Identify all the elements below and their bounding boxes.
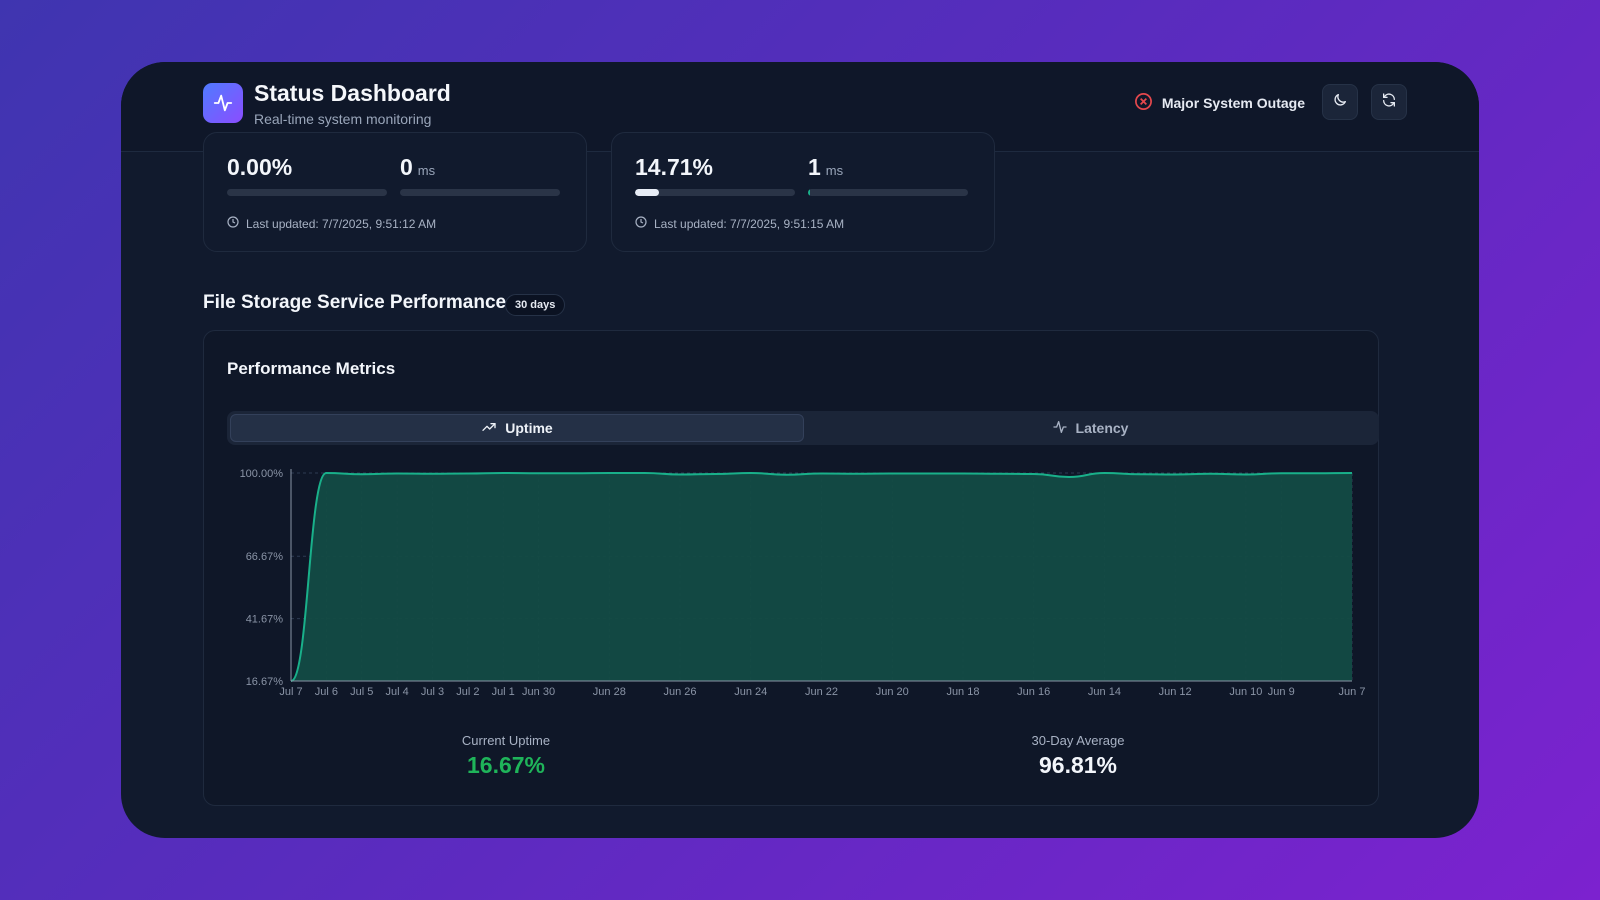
- section-title: File Storage Service Performance: [203, 292, 507, 313]
- uptime-value: 0.00%: [227, 154, 293, 180]
- x-tick-label: Jul 2: [456, 686, 479, 698]
- uptime-progress-bar: [227, 189, 387, 196]
- uptime-area: [291, 473, 1352, 681]
- average-uptime-value: 96.81%: [1038, 752, 1117, 778]
- theme-toggle-button[interactable]: [1322, 84, 1358, 120]
- uptime-progress-fill: [635, 189, 659, 196]
- current-uptime-stat: Current Uptime 16.67%: [356, 733, 656, 779]
- x-tick-label: Jun 10: [1229, 686, 1262, 698]
- last-updated-text: Last updated: 7/7/2025, 9:51:15 AM: [654, 216, 845, 231]
- tab-uptime[interactable]: Uptime: [230, 414, 804, 442]
- refresh-button[interactable]: [1371, 84, 1407, 120]
- latency-progress-fill: [808, 189, 810, 196]
- latency-value: 1 ms: [808, 154, 844, 180]
- latency-progress-bar: [400, 189, 560, 196]
- latency-progress-bar: [808, 189, 968, 196]
- service-card: 14.71% 1 ms Last updated: 7/7/2025, 9:51:…: [611, 132, 995, 252]
- last-updated: Last updated: 7/7/2025, 9:51:12 AM: [227, 216, 436, 231]
- y-tick-label: 16.67%: [246, 676, 284, 688]
- x-tick-label: Jun 22: [805, 686, 838, 698]
- error-circle-icon: [1134, 92, 1153, 114]
- x-tick-label: Jul 5: [350, 686, 373, 698]
- latency-value: 0 ms: [400, 154, 436, 180]
- x-tick-label: Jun 12: [1159, 686, 1192, 698]
- app-subtitle: Real-time system monitoring: [254, 111, 432, 127]
- tab-uptime-label: Uptime: [505, 420, 553, 436]
- current-uptime-label: Current Uptime: [461, 733, 551, 748]
- service-card: 0.00% 0 ms Last updated: 7/7/2025, 9:51:1…: [203, 132, 587, 252]
- y-tick-label: 66.67%: [246, 551, 284, 563]
- clock-icon: [635, 216, 647, 231]
- average-uptime-stat: 30-Day Average 96.81%: [928, 733, 1228, 779]
- x-tick-label: Jul 3: [421, 686, 444, 698]
- x-tick-label: Jul 4: [385, 686, 408, 698]
- x-tick-label: Jun 26: [664, 686, 697, 698]
- uptime-value: 14.71%: [635, 154, 714, 180]
- activity-icon: [203, 83, 243, 123]
- metric-tabs: Uptime Latency: [227, 411, 1379, 445]
- last-updated: Last updated: 7/7/2025, 9:51:15 AM: [635, 216, 844, 231]
- x-tick-label: Jun 20: [876, 686, 909, 698]
- x-tick-label: Jun 24: [734, 686, 767, 698]
- tab-latency-label: Latency: [1075, 420, 1129, 436]
- y-tick-label: 100.00%: [240, 468, 284, 480]
- current-uptime-value: 16.67%: [466, 752, 545, 778]
- trending-up-icon: [481, 419, 497, 438]
- clock-icon: [227, 216, 239, 231]
- uptime-chart: 100.00% 66.67% 41.67% 16.67%Jul 7 Jul 6 Jul 5…: [240, 468, 1366, 698]
- dashboard-window: Status Dashboard Real-time system monito…: [121, 62, 1479, 838]
- x-tick-label: Jul 1: [492, 686, 515, 698]
- moon-icon: [1332, 92, 1348, 113]
- x-tick-label: Jun 18: [946, 686, 979, 698]
- uptime-progress-bar: [635, 189, 795, 196]
- x-tick-label: Jun 28: [593, 686, 626, 698]
- x-tick-label: Jun 7: [1339, 686, 1366, 698]
- system-status-text: Major System Outage: [1161, 95, 1305, 111]
- x-tick-label: Jun 16: [1017, 686, 1050, 698]
- average-uptime-label: 30-Day Average: [1031, 733, 1125, 748]
- x-tick-label: Jul 7: [279, 686, 302, 698]
- y-tick-label: 41.67%: [246, 614, 284, 626]
- x-tick-label: Jun 9: [1268, 686, 1295, 698]
- last-updated-text: Last updated: 7/7/2025, 9:51:12 AM: [246, 216, 437, 231]
- refresh-icon: [1381, 92, 1397, 113]
- x-tick-label: Jun 30: [522, 686, 555, 698]
- activity-icon: [1052, 419, 1068, 438]
- tab-latency[interactable]: Latency: [804, 414, 1376, 442]
- x-tick-label: Jul 6: [315, 686, 338, 698]
- x-tick-label: Jun 14: [1088, 686, 1121, 698]
- main-content: 0.00% 0 ms Last updated: 7/7/2025, 9:51:1…: [121, 132, 1479, 838]
- app-title: Status Dashboard: [254, 80, 451, 106]
- performance-card: Performance Metrics Uptime Latency 100.0…: [203, 330, 1379, 806]
- range-badge: 30 days: [505, 294, 566, 316]
- performance-title: Performance Metrics: [227, 359, 396, 378]
- system-status-indicator: Major System Outage: [1134, 92, 1305, 114]
